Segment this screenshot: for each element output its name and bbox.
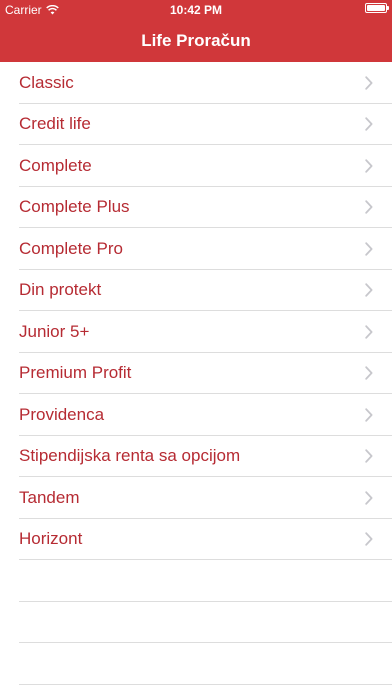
chevron-right-icon: [365, 325, 373, 339]
list-item-label: Complete: [19, 155, 92, 175]
chevron-right-icon: [365, 283, 373, 297]
list-item-label: Din protekt: [19, 280, 102, 300]
list-item[interactable]: Din protekt: [0, 270, 392, 312]
status-right: [365, 3, 389, 13]
chevron-right-icon: [365, 532, 373, 546]
chevron-right-icon: [365, 117, 373, 131]
navigation-bar: Life Proračun: [0, 20, 392, 62]
list-item[interactable]: Classic: [0, 62, 392, 104]
battery-fill: [367, 5, 385, 11]
list-item-label: Horizont: [19, 529, 83, 549]
list-item-label: Credit life: [19, 114, 91, 134]
list-item-label: Stipendijska renta sa opcijom: [19, 446, 241, 466]
list-item-label: Complete Pro: [19, 238, 123, 258]
status-time: 10:42 PM: [169, 3, 223, 17]
page-title: Life Proračun: [141, 31, 251, 50]
empty-row: [0, 643, 392, 685]
list-item[interactable]: Stipendijska renta sa opcijom: [0, 436, 392, 478]
chevron-right-icon: [365, 159, 373, 173]
chevron-right-icon: [365, 366, 373, 380]
battery-icon: [365, 3, 389, 13]
chevron-right-icon: [365, 76, 373, 90]
empty-row: [0, 560, 392, 602]
chevron-right-icon: [365, 449, 373, 463]
empty-row: [0, 602, 392, 644]
list-item-label: Premium Profit: [19, 363, 132, 383]
product-list: Classic Credit life Complete Complete Plus C…: [0, 62, 392, 685]
list-item[interactable]: Premium Profit: [0, 353, 392, 395]
list-item-label: Complete Plus: [19, 197, 130, 217]
chevron-right-icon: [365, 491, 373, 505]
list-item[interactable]: Credit life: [0, 104, 392, 146]
list-item-label: Tandem: [19, 487, 80, 507]
chevron-right-icon: [365, 200, 373, 214]
list-item-label: Junior 5+: [19, 321, 90, 341]
list-item[interactable]: Complete Plus: [0, 187, 392, 229]
status-bar: Carrier 10:42 PM: [0, 0, 392, 20]
list-item[interactable]: Horizont: [0, 519, 392, 561]
chevron-right-icon: [365, 408, 373, 422]
chevron-right-icon: [365, 242, 373, 256]
list-item[interactable]: Providenca: [0, 394, 392, 436]
list-item-label: Providenca: [19, 404, 105, 424]
list-item[interactable]: Tandem: [0, 477, 392, 519]
list-item-label: Classic: [19, 72, 74, 92]
list-item[interactable]: Complete Pro: [0, 228, 392, 270]
list-item[interactable]: Complete: [0, 145, 392, 187]
battery-nub: [387, 6, 389, 10]
list-item[interactable]: Junior 5+: [0, 311, 392, 353]
